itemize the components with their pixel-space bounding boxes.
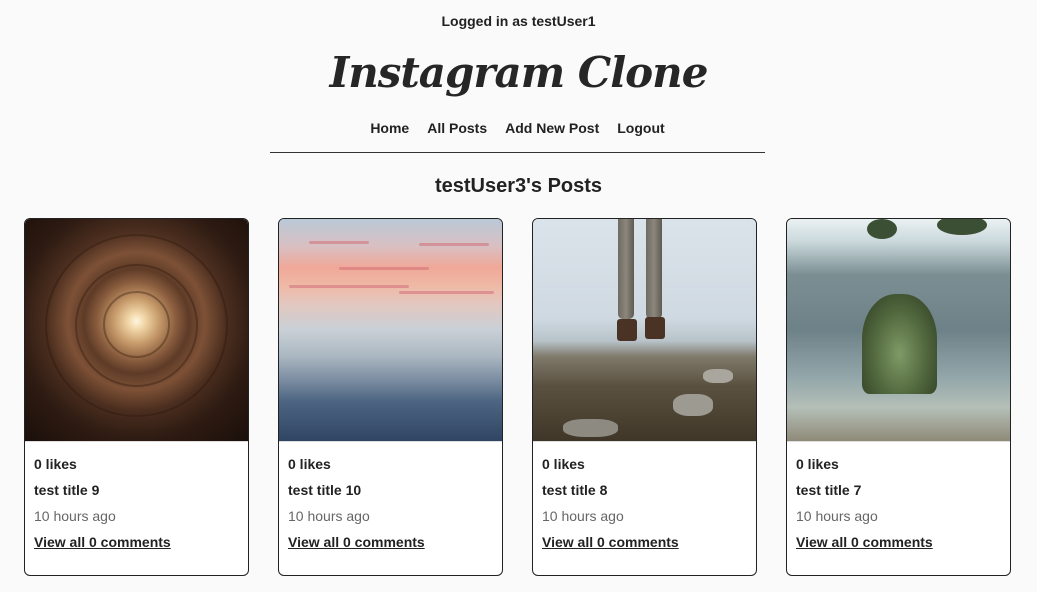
- posts-grid: 0 likes test title 9 10 hours ago View a…: [24, 218, 1011, 576]
- logo[interactable]: Instagram Clone: [0, 48, 1037, 97]
- nav-add-new-post[interactable]: Add New Post: [505, 120, 599, 136]
- post-title: test title 9: [34, 482, 100, 498]
- post-title: test title 10: [288, 482, 362, 498]
- post-timestamp: 10 hours ago: [796, 508, 878, 524]
- nav-home[interactable]: Home: [370, 120, 409, 136]
- post-title: test title 8: [542, 482, 608, 498]
- post-likes: 0 likes: [34, 456, 77, 472]
- post-image[interactable]: [533, 219, 756, 442]
- nav-divider: [270, 152, 765, 153]
- post-image[interactable]: [787, 219, 1010, 442]
- view-comments-link[interactable]: View all 0 comments: [542, 534, 679, 550]
- post-card[interactable]: 0 likes test title 7 10 hours ago View a…: [786, 218, 1011, 576]
- post-card[interactable]: 0 likes test title 10 10 hours ago View …: [278, 218, 503, 576]
- view-comments-link[interactable]: View all 0 comments: [288, 534, 425, 550]
- main-nav: Home All Posts Add New Post Logout: [270, 120, 765, 136]
- post-image[interactable]: [25, 219, 248, 442]
- view-comments-link[interactable]: View all 0 comments: [796, 534, 933, 550]
- post-likes: 0 likes: [288, 456, 331, 472]
- post-card[interactable]: 0 likes test title 9 10 hours ago View a…: [24, 218, 249, 576]
- page-title: testUser3's Posts: [434, 175, 603, 197]
- post-likes: 0 likes: [542, 456, 585, 472]
- post-title: test title 7: [796, 482, 862, 498]
- post-timestamp: 10 hours ago: [288, 508, 370, 524]
- nav-logout[interactable]: Logout: [617, 120, 664, 136]
- post-timestamp: 10 hours ago: [34, 508, 116, 524]
- post-card[interactable]: 0 likes test title 8 10 hours ago View a…: [532, 218, 757, 576]
- post-image[interactable]: [279, 219, 502, 442]
- post-likes: 0 likes: [796, 456, 839, 472]
- login-status: Logged in as testUser1: [441, 13, 596, 29]
- post-timestamp: 10 hours ago: [542, 508, 624, 524]
- nav-all-posts[interactable]: All Posts: [427, 120, 487, 136]
- view-comments-link[interactable]: View all 0 comments: [34, 534, 171, 550]
